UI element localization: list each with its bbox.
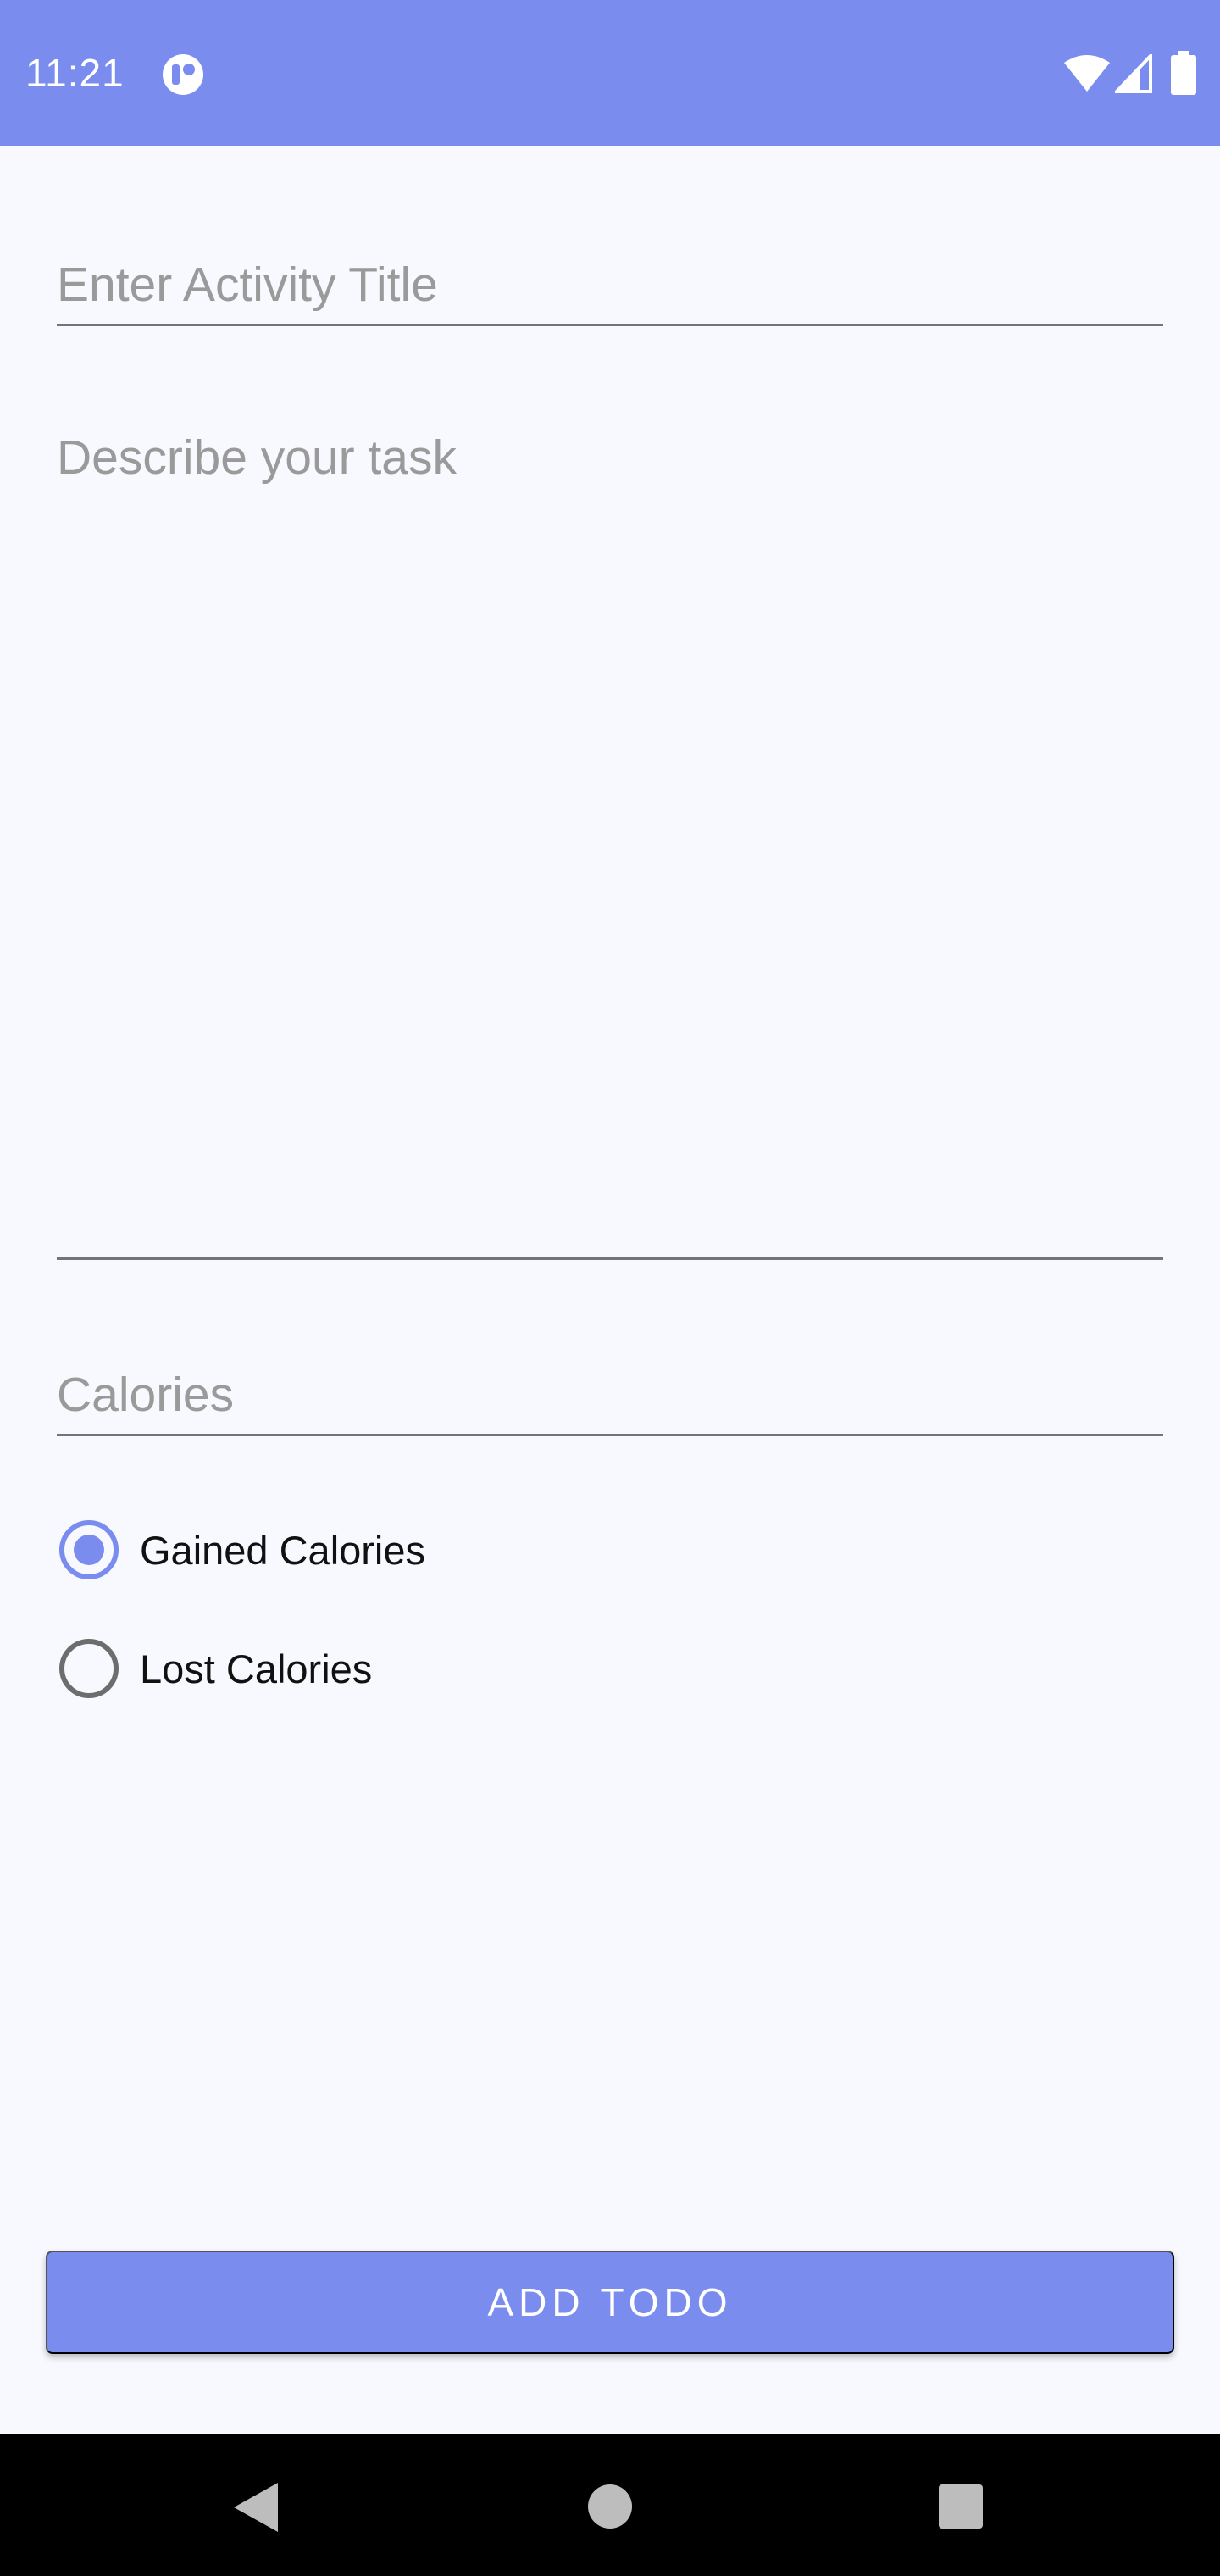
lost-calories-radio[interactable]: Lost Calories xyxy=(59,1635,372,1702)
status-bar: 11:21 xyxy=(0,0,1220,146)
signal-icon xyxy=(1112,52,1152,93)
app-notification-icon xyxy=(161,53,205,97)
task-description-input[interactable]: Describe your task xyxy=(57,424,1163,1260)
radio-checked-icon xyxy=(59,1520,119,1579)
recents-icon[interactable] xyxy=(939,2484,983,2529)
task-description-placeholder: Describe your task xyxy=(57,430,458,485)
add-todo-button[interactable]: ADD TODO xyxy=(46,2251,1174,2354)
lost-calories-label: Lost Calories xyxy=(140,1646,373,1691)
wifi-icon xyxy=(1062,54,1112,93)
gained-calories-label: Gained Calories xyxy=(140,1527,426,1573)
activity-title-placeholder: Enter Activity Title xyxy=(57,258,438,312)
navigation-bar xyxy=(0,2434,1220,2576)
home-icon[interactable] xyxy=(586,2483,634,2530)
activity-title-input[interactable]: Enter Activity Title xyxy=(57,246,1163,326)
calories-placeholder: Calories xyxy=(57,1368,235,1422)
radio-unchecked-icon xyxy=(59,1639,119,1698)
back-icon[interactable] xyxy=(230,2479,281,2535)
calories-input[interactable]: Calories xyxy=(57,1356,1163,1436)
battery-icon xyxy=(1171,51,1196,95)
gained-calories-radio[interactable]: Gained Calories xyxy=(59,1516,425,1584)
status-time: 11:21 xyxy=(25,51,125,95)
